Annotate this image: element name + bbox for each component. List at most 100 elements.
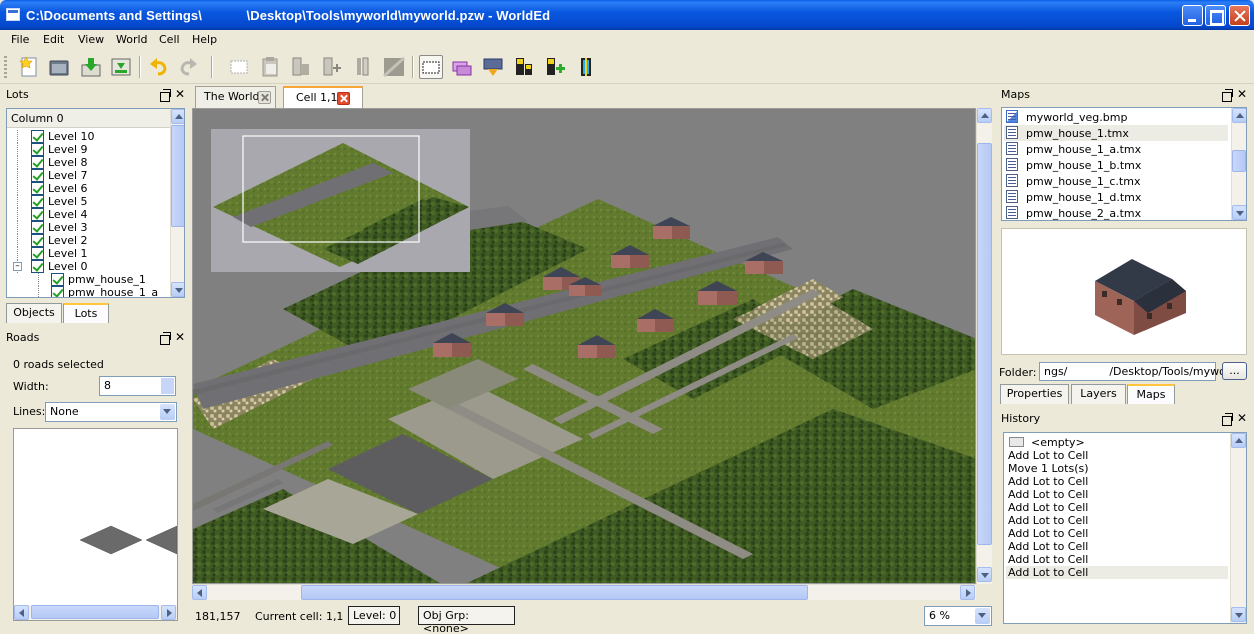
checkbox[interactable] — [31, 234, 44, 247]
scroll-thumb[interactable] — [1232, 150, 1246, 172]
history-item[interactable]: Add Lot to Cell — [1006, 527, 1228, 540]
map-file-item[interactable]: pmw_house_2_a.tmx — [1004, 205, 1228, 220]
checkbox[interactable] — [31, 247, 44, 260]
menu-help[interactable]: Help — [192, 33, 217, 46]
save-as-icon[interactable] — [109, 55, 133, 79]
checkbox[interactable] — [31, 143, 44, 156]
level-selector[interactable]: Level: 0 — [348, 606, 400, 625]
width-spinbox[interactable]: 8 — [99, 376, 176, 396]
lot-tool-icon[interactable] — [450, 55, 474, 79]
obj-group-selector[interactable]: Obj Grp: <none> — [418, 606, 515, 634]
checkbox[interactable] — [31, 260, 44, 273]
float-icon[interactable] — [160, 89, 171, 102]
close-icon[interactable]: ✕ — [175, 330, 185, 344]
minimap[interactable] — [211, 129, 470, 272]
tab-objects[interactable]: Objects — [6, 303, 62, 323]
scroll-up-button[interactable] — [977, 108, 992, 123]
tab-cell-1-1[interactable]: Cell 1,1 — [283, 86, 363, 109]
map-file-item[interactable]: pmw_house_1_d.tmx — [1004, 189, 1228, 205]
scroll-left-button[interactable] — [192, 585, 207, 600]
new-file-icon[interactable] — [17, 55, 41, 79]
clipboard-icon[interactable] — [258, 55, 282, 79]
save-icon[interactable] — [79, 55, 103, 79]
tree-level-item[interactable]: Level 1 — [7, 247, 169, 260]
select-lots-icon[interactable] — [289, 55, 313, 79]
spin-up-icon[interactable] — [161, 378, 174, 386]
tab-maps[interactable]: Maps — [1127, 384, 1175, 404]
maximize-button[interactable] — [1205, 5, 1226, 26]
map-file-item[interactable]: pmw_house_1.tmx — [1004, 125, 1228, 141]
tree-level-item[interactable]: Level 9 — [7, 143, 169, 156]
history-item[interactable]: Add Lot to Cell — [1006, 501, 1228, 514]
object-create-icon[interactable] — [543, 55, 567, 79]
close-icon[interactable]: ✕ — [175, 87, 185, 101]
scroll-up-button[interactable] — [1232, 108, 1246, 123]
scroll-down-button[interactable] — [1231, 607, 1246, 622]
scroll-down-button[interactable] — [977, 567, 992, 582]
float-icon[interactable] — [1222, 413, 1233, 426]
canvas-hscroll[interactable] — [192, 584, 976, 600]
scroll-thumb[interactable] — [301, 585, 808, 600]
tree-level-item[interactable]: Level 6 — [7, 182, 169, 195]
map-file-item[interactable]: pmw_house_1_c.tmx — [1004, 173, 1228, 189]
checkbox[interactable] — [31, 156, 44, 169]
checkbox[interactable] — [31, 169, 44, 182]
tab-lots[interactable]: Lots — [63, 303, 109, 323]
open-folder-icon[interactable] — [47, 55, 71, 79]
browse-button[interactable]: ... — [1222, 362, 1247, 380]
tree-level-item[interactable]: Level 10 — [7, 130, 169, 143]
history-item[interactable]: Add Lot to Cell — [1006, 553, 1228, 566]
canvas-vscroll[interactable] — [976, 108, 992, 584]
history-vscroll[interactable] — [1230, 433, 1246, 623]
collapse-icon[interactable]: – — [13, 262, 22, 271]
select-tool-icon[interactable] — [419, 55, 443, 79]
zoom-combobox[interactable]: 6 % — [924, 606, 992, 626]
bmp-icon[interactable] — [382, 55, 406, 79]
object-resize-icon[interactable] — [574, 55, 598, 79]
lines-combobox[interactable]: None — [45, 402, 177, 422]
menu-world[interactable]: World — [116, 33, 148, 46]
history-item[interactable]: <empty> — [1006, 436, 1228, 449]
tree-lot-item[interactable]: pmw_house_1 — [7, 273, 169, 286]
map-file-item[interactable]: myworld_veg.bmp — [1004, 109, 1228, 125]
history-item[interactable]: Add Lot to Cell — [1006, 449, 1228, 462]
close-icon[interactable]: ✕ — [1237, 87, 1247, 101]
checkbox[interactable] — [51, 286, 64, 297]
tree-lot-item[interactable]: pmw_house_1_a — [7, 286, 169, 297]
objects-icon[interactable] — [351, 55, 375, 79]
menu-cell[interactable]: Cell — [159, 33, 180, 46]
history-item[interactable]: Add Lot to Cell — [1006, 566, 1228, 579]
maps-vscroll[interactable] — [1231, 108, 1246, 220]
tree-level-item[interactable]: Level 8 — [7, 156, 169, 169]
tab-layers[interactable]: Layers — [1071, 384, 1126, 404]
history-item[interactable]: Add Lot to Cell — [1006, 488, 1228, 501]
scroll-thumb[interactable] — [977, 143, 992, 545]
redo-icon[interactable] — [176, 55, 200, 79]
map-canvas[interactable] — [192, 108, 976, 584]
tab-properties[interactable]: Properties — [1000, 384, 1069, 404]
select-cells-icon[interactable] — [227, 55, 251, 79]
minimize-button[interactable] — [1182, 5, 1203, 26]
scroll-right-button[interactable] — [960, 585, 975, 600]
scroll-down-button[interactable] — [171, 282, 184, 297]
spawn-icon[interactable] — [512, 55, 536, 79]
tab-the-world[interactable]: The World — [195, 86, 276, 108]
history-item[interactable]: Move 1 Lots(s) — [1006, 462, 1228, 475]
menu-file[interactable]: File — [11, 33, 29, 46]
isometric-map[interactable] — [193, 109, 976, 584]
tree-level-item[interactable]: Level 2 — [7, 234, 169, 247]
tree-level-item[interactable]: Level 4 — [7, 208, 169, 221]
checkbox[interactable] — [51, 273, 64, 286]
lots-vscroll[interactable] — [170, 109, 184, 297]
scroll-down-button[interactable] — [1232, 205, 1246, 220]
close-icon[interactable] — [337, 92, 350, 105]
maps-file-list[interactable]: myworld_veg.bmp pmw_house_1.tmx pmw_house_… — [1001, 107, 1247, 221]
chevron-down-icon[interactable] — [160, 404, 175, 420]
float-icon[interactable] — [160, 332, 171, 345]
scroll-up-button[interactable] — [1231, 433, 1246, 448]
history-list[interactable]: <empty> Add Lot to Cell Move 1 Lots(s) Add … — [1003, 432, 1247, 624]
menu-edit[interactable]: Edit — [43, 33, 64, 46]
tree-level-item[interactable]: – Level 0 — [7, 260, 169, 273]
checkbox[interactable] — [31, 208, 44, 221]
checkbox[interactable] — [31, 221, 44, 234]
